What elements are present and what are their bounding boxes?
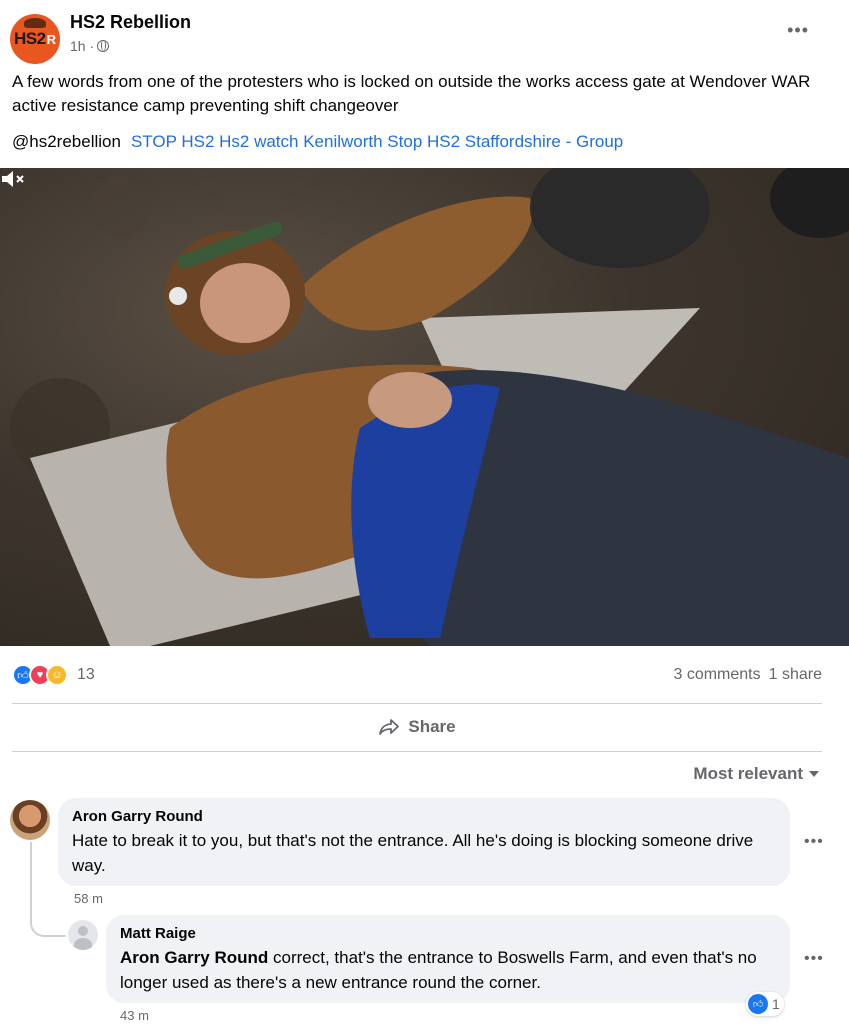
- reaction-count[interactable]: 13: [77, 666, 95, 684]
- comment-options-button[interactable]: •••: [804, 833, 824, 851]
- like-reaction-icon: 👍︎: [748, 994, 768, 1014]
- care-reaction-icon: ☺: [46, 664, 68, 686]
- caret-down-icon: [809, 771, 819, 777]
- comment-time[interactable]: 58 m: [74, 891, 103, 906]
- globe-icon: [97, 40, 110, 52]
- tag-hs2rebellion[interactable]: @hs2rebellion: [12, 130, 121, 154]
- post-meta: 1h ·: [70, 38, 110, 54]
- logo-r: R: [46, 31, 56, 47]
- avatar-matt[interactable]: [68, 920, 98, 950]
- comments-sort-dropdown[interactable]: Most relevant: [693, 764, 819, 784]
- share-label: Share: [408, 717, 456, 736]
- comment-bubble: Aron Garry Round Hate to break it to you…: [58, 798, 790, 886]
- reply-mention[interactable]: Aron Garry Round: [120, 948, 268, 967]
- post-time[interactable]: 1h ·: [70, 38, 94, 54]
- comments-count[interactable]: 3 comments: [673, 666, 760, 684]
- reply-time[interactable]: 43 m: [120, 1008, 149, 1023]
- sort-label: Most relevant: [693, 764, 803, 783]
- reply-reaction-count: 1: [772, 996, 780, 1012]
- reply-author[interactable]: Matt Raige: [120, 923, 776, 945]
- reply-options-button[interactable]: •••: [804, 950, 824, 968]
- post-video[interactable]: [0, 168, 849, 646]
- video-frame: [10, 168, 849, 646]
- post-header: HS2 R HS2 Rebellion 1h · •••: [0, 0, 849, 70]
- post-tags: @hs2rebellion STOP HS2 Hs2 watch Kenilwo…: [12, 130, 623, 154]
- flame-icon: [24, 18, 46, 28]
- divider: [12, 751, 822, 752]
- page-avatar[interactable]: HS2 R: [10, 14, 60, 64]
- reactions-bar: 👍︎ ♥ ☺ 13 3 comments 1 share: [12, 660, 822, 690]
- divider: [12, 703, 822, 704]
- tag-groups[interactable]: STOP HS2 Hs2 watch Kenilworth Stop HS2 S…: [131, 130, 623, 154]
- comment-text: Hate to break it to you, but that's not …: [72, 831, 754, 875]
- shares-count[interactable]: 1 share: [769, 666, 822, 684]
- page-name[interactable]: HS2 Rebellion: [70, 12, 191, 33]
- reply-bubble: Matt Raige Aron Garry Round correct, tha…: [106, 915, 790, 1003]
- logo-text: HS2: [14, 29, 46, 48]
- comment-share-counts: 3 comments 1 share: [673, 666, 822, 684]
- reply-reaction-badge[interactable]: 👍︎ 1: [746, 992, 784, 1016]
- share-button[interactable]: Share: [12, 706, 822, 748]
- mute-icon[interactable]: [0, 168, 26, 190]
- reply-text: Aron Garry Round correct, that's the ent…: [120, 945, 776, 995]
- avatar-aron[interactable]: [10, 800, 50, 840]
- reaction-icons[interactable]: 👍︎ ♥ ☺: [12, 664, 68, 686]
- share-arrow-icon: [379, 719, 400, 735]
- post-options-button[interactable]: •••: [787, 20, 809, 41]
- post-text: A few words from one of the protesters w…: [12, 72, 811, 115]
- comment-author[interactable]: Aron Garry Round: [72, 806, 776, 828]
